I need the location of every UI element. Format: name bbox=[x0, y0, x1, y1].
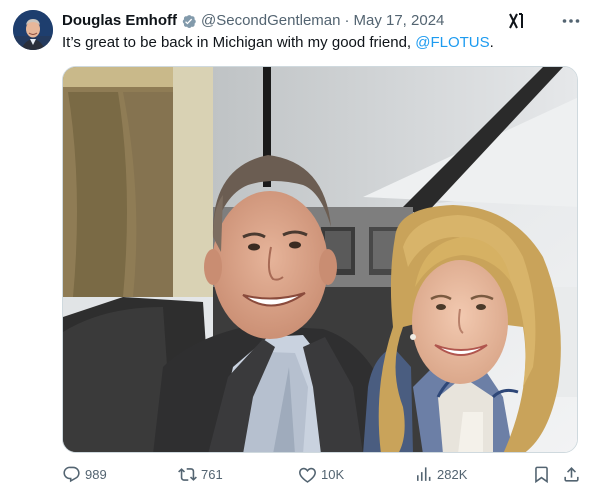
tweet: Douglas Emhoff @SecondGentleman · May 17… bbox=[0, 0, 589, 486]
views-icon bbox=[417, 467, 431, 481]
tweet-text-end: . bbox=[489, 34, 494, 51]
share-button[interactable] bbox=[562, 465, 585, 484]
reply-icon bbox=[63, 466, 80, 483]
like-count: 10K bbox=[321, 467, 345, 482]
reply-button[interactable]: 989 bbox=[62, 465, 107, 484]
verified-badge-icon bbox=[182, 14, 196, 28]
more-button[interactable] bbox=[560, 10, 582, 32]
selfie-photo bbox=[63, 67, 577, 452]
grok-button[interactable] bbox=[506, 10, 528, 32]
avatar-image bbox=[13, 10, 53, 50]
tweet-text: It’s great to be back in Michigan with m… bbox=[62, 33, 494, 53]
avatar[interactable] bbox=[13, 10, 53, 50]
repost-button[interactable]: 761 bbox=[178, 465, 223, 484]
share-icon bbox=[564, 467, 579, 482]
tweet-actions: 989 761 10K 282K bbox=[62, 465, 582, 486]
more-icon bbox=[562, 19, 580, 23]
grok-icon bbox=[509, 13, 523, 29]
reply-count: 989 bbox=[85, 467, 107, 482]
author-name[interactable]: Douglas Emhoff bbox=[62, 11, 177, 31]
heart-icon bbox=[299, 467, 316, 483]
repost-count: 761 bbox=[201, 467, 223, 482]
repost-icon bbox=[178, 468, 197, 481]
mention-link[interactable]: @FLOTUS bbox=[415, 34, 489, 51]
bookmark-button[interactable] bbox=[532, 465, 555, 484]
tweet-photo[interactable] bbox=[62, 66, 578, 453]
like-button[interactable]: 10K bbox=[298, 465, 344, 484]
tweet-text-body: It’s great to be back in Michigan with m… bbox=[62, 34, 416, 51]
separator-dot: · bbox=[344, 12, 350, 29]
views-count: 282K bbox=[437, 467, 468, 482]
tweet-header: Douglas Emhoff @SecondGentleman · May 17… bbox=[62, 11, 529, 31]
tweet-date[interactable]: May 17, 2024 bbox=[353, 11, 444, 31]
bookmark-icon bbox=[535, 466, 548, 484]
author-handle[interactable]: @SecondGentleman bbox=[201, 11, 340, 31]
views-button[interactable]: 282K bbox=[414, 465, 467, 484]
